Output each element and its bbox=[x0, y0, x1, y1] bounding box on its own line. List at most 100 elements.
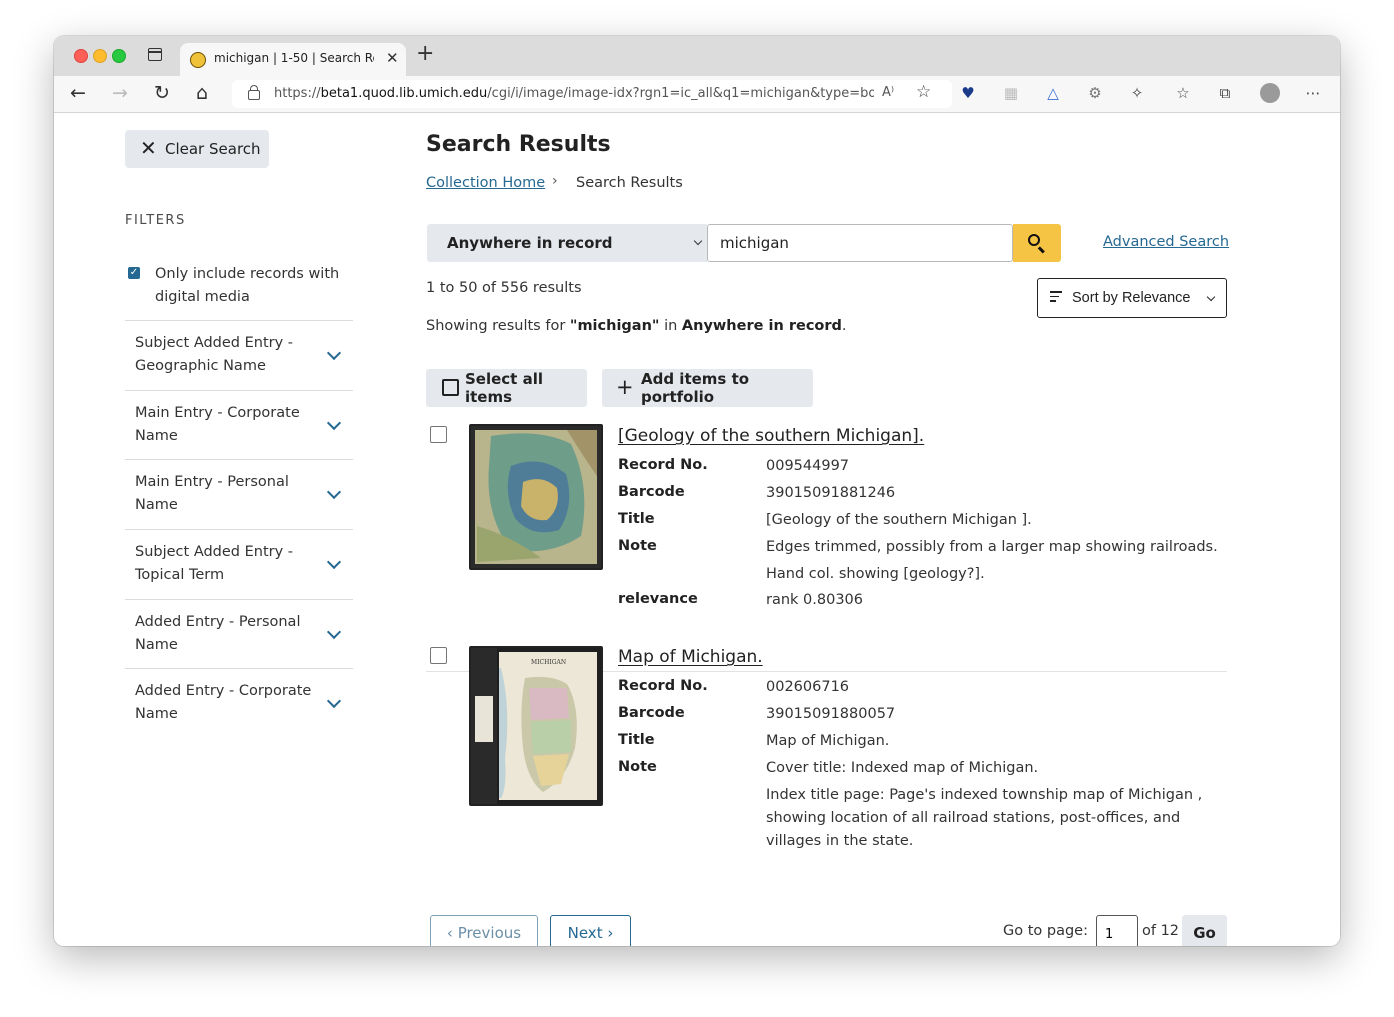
search-scope-value: Anywhere in record bbox=[447, 234, 613, 252]
sort-icon bbox=[1050, 291, 1062, 305]
checkbox-icon bbox=[442, 379, 459, 396]
extensions-puzzle-icon[interactable]: ✧ bbox=[1128, 84, 1146, 102]
field-value: Index title page: Page's indexed townshi… bbox=[766, 787, 1203, 849]
maximize-window-button[interactable] bbox=[112, 49, 126, 63]
filter-label: Added Entry - Corporate Name bbox=[135, 683, 312, 722]
extension-triangle-icon[interactable]: △ bbox=[1044, 84, 1062, 102]
back-arrow-icon[interactable]: ← bbox=[70, 81, 86, 105]
field-label: Note bbox=[618, 538, 657, 554]
more-menu-icon[interactable]: ⋯ bbox=[1304, 84, 1322, 102]
extension-grid-icon[interactable]: ▦ bbox=[1002, 84, 1020, 102]
close-window-button[interactable] bbox=[74, 49, 88, 63]
chevron-down-icon[interactable] bbox=[326, 345, 342, 361]
url-text[interactable]: https://beta1.quod.lib.umich.edu/cgi/i/i… bbox=[274, 86, 874, 101]
address-bar[interactable]: https://beta1.quod.lib.umich.edu/cgi/i/i… bbox=[232, 80, 952, 108]
breadcrumb-current: Search Results bbox=[576, 175, 683, 191]
tab-strip: michigan | 1-50 | Search Results ✕ + bbox=[54, 36, 1340, 76]
read-aloud-icon[interactable]: A⁾ bbox=[882, 85, 894, 100]
home-icon[interactable]: ⌂ bbox=[196, 81, 208, 105]
record-thumbnail[interactable]: MICHIGAN bbox=[469, 646, 603, 806]
michigan-map-thumbnail: MICHIGAN bbox=[471, 648, 597, 804]
field-value: 009544997 bbox=[766, 458, 850, 474]
chevron-down-icon[interactable] bbox=[326, 415, 342, 431]
filter-main-corporate[interactable]: Main Entry - Corporate Name bbox=[125, 390, 353, 460]
filter-main-personal[interactable]: Main Entry - Personal Name bbox=[125, 459, 353, 529]
chevron-down-icon bbox=[1206, 292, 1216, 302]
page-title: Search Results bbox=[426, 132, 611, 157]
filter-label: Added Entry - Personal Name bbox=[135, 614, 301, 653]
minimize-window-button[interactable] bbox=[93, 49, 107, 63]
field-label: Note bbox=[618, 759, 657, 775]
digital-media-checkbox[interactable]: ✓ bbox=[128, 267, 140, 279]
extension-heart-icon[interactable]: ♥ bbox=[959, 84, 977, 102]
add-portfolio-label: Add items to portfolio bbox=[641, 370, 750, 406]
add-favorite-icon[interactable]: ☆ bbox=[916, 82, 931, 102]
filters-heading: FILTERS bbox=[125, 213, 186, 228]
result-record: MICHIGAN Map of Michigan. Record No. 002… bbox=[426, 646, 1227, 877]
field-value: 39015091880057 bbox=[766, 706, 896, 722]
clear-search-button[interactable]: ✕ Clear Search bbox=[125, 130, 269, 168]
chevron-down-icon bbox=[693, 236, 703, 246]
showing-summary: Showing results for "michigan" in Anywhe… bbox=[426, 318, 847, 334]
filter-added-personal[interactable]: Added Entry - Personal Name bbox=[125, 599, 353, 669]
advanced-search-link[interactable]: Advanced Search bbox=[1103, 234, 1229, 250]
record-thumbnail[interactable] bbox=[469, 424, 603, 570]
record-checkbox[interactable] bbox=[430, 426, 447, 443]
field-value: rank 0.80306 bbox=[766, 592, 864, 608]
tab-actions-icon[interactable] bbox=[148, 48, 162, 61]
extension-gear-icon[interactable]: ⚙ bbox=[1086, 84, 1104, 102]
filter-subject-geographic[interactable]: Subject Added Entry - Geographic Name bbox=[125, 320, 353, 390]
record-title-link[interactable]: Map of Michigan. bbox=[618, 647, 763, 667]
collections-icon[interactable]: ⧉ bbox=[1216, 84, 1234, 102]
field-value: Edges trimmed, possibly from a larger ma… bbox=[766, 539, 1218, 555]
clear-search-label: Clear Search bbox=[165, 140, 261, 158]
page-content: ✕ Clear Search FILTERS ✓ Only include re… bbox=[54, 113, 1340, 946]
search-button[interactable] bbox=[1013, 224, 1061, 262]
search-icon bbox=[1028, 234, 1040, 246]
field-label: Record No. bbox=[618, 678, 708, 694]
select-all-button[interactable]: Select all items bbox=[426, 369, 587, 407]
goto-page-input[interactable] bbox=[1096, 915, 1138, 946]
tab-title: michigan | 1-50 | Search Results bbox=[214, 51, 374, 65]
field-label: Record No. bbox=[618, 457, 708, 473]
next-page-button[interactable]: Next › bbox=[550, 915, 631, 946]
search-scope-select[interactable]: Anywhere in record bbox=[427, 224, 707, 262]
field-value: [Geology of the southern Michigan ]. bbox=[766, 512, 1032, 528]
field-value: 002606716 bbox=[766, 679, 850, 695]
forward-arrow-icon[interactable]: → bbox=[112, 81, 128, 105]
favorites-icon[interactable]: ☆ bbox=[1174, 84, 1192, 102]
sort-label: Sort by Relevance bbox=[1072, 290, 1191, 306]
go-button[interactable]: Go bbox=[1182, 915, 1227, 946]
chevron-down-icon[interactable] bbox=[326, 624, 342, 640]
field-value: Hand col. showing [geology?]. bbox=[766, 566, 985, 582]
goto-page-label: Go to page: bbox=[1003, 923, 1088, 939]
chevron-down-icon[interactable] bbox=[326, 484, 342, 500]
reload-icon[interactable]: ↻ bbox=[154, 81, 170, 105]
digital-media-label: Only include records with digital media bbox=[155, 266, 340, 305]
browser-tab-active[interactable]: michigan | 1-50 | Search Results ✕ bbox=[180, 43, 406, 76]
sort-button[interactable]: Sort by Relevance bbox=[1037, 278, 1227, 318]
results-scroll-fade bbox=[426, 851, 1227, 875]
add-to-portfolio-button[interactable]: + Add items to portfolio bbox=[602, 369, 813, 407]
field-value: 39015091881246 bbox=[766, 485, 896, 501]
plus-icon: + bbox=[616, 375, 634, 399]
record-checkbox[interactable] bbox=[430, 647, 447, 664]
chevron-down-icon[interactable] bbox=[326, 554, 342, 570]
filter-label: Main Entry - Corporate Name bbox=[135, 405, 300, 444]
record-title-link[interactable]: [Geology of the southern Michigan]. bbox=[618, 426, 924, 446]
filter-label: Subject Added Entry - Topical Term bbox=[135, 544, 294, 583]
result-count: 1 to 50 of 556 results bbox=[426, 280, 582, 296]
profile-avatar[interactable] bbox=[1260, 83, 1280, 103]
filter-added-corporate[interactable]: Added Entry - Corporate Name bbox=[125, 668, 353, 738]
tab-close-icon[interactable]: ✕ bbox=[386, 49, 399, 67]
breadcrumb-collection-home[interactable]: Collection Home bbox=[426, 175, 545, 191]
chevron-down-icon[interactable] bbox=[326, 693, 342, 709]
search-input[interactable] bbox=[707, 224, 1013, 262]
result-record: [Geology of the southern Michigan]. Reco… bbox=[426, 424, 1227, 626]
filter-subject-topical[interactable]: Subject Added Entry - Topical Term bbox=[125, 529, 353, 599]
previous-page-button[interactable]: ‹ Previous bbox=[430, 915, 538, 946]
filter-label: Subject Added Entry - Geographic Name bbox=[135, 335, 294, 374]
geology-map-thumbnail bbox=[475, 430, 597, 564]
lock-icon[interactable] bbox=[248, 85, 260, 100]
new-tab-button[interactable]: + bbox=[416, 43, 434, 65]
